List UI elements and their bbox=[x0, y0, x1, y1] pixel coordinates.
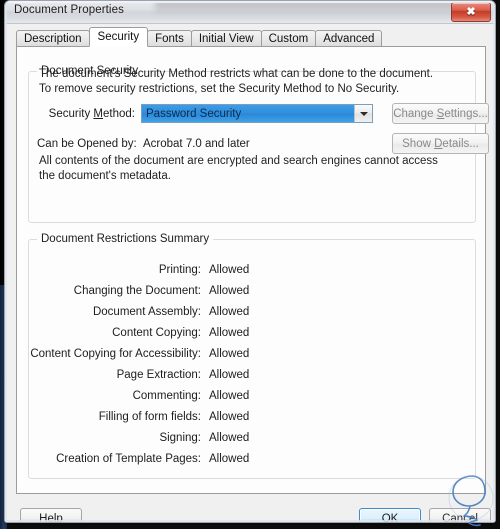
restriction-name: Content Copying for Accessibility: bbox=[30, 347, 201, 360]
table-row: Printing: Allowed bbox=[17, 259, 487, 280]
can-be-opened-by-label: Can be Opened by: bbox=[37, 138, 137, 150]
show-details-button[interactable]: Show Details... bbox=[392, 133, 489, 154]
chevron-down-icon[interactable] bbox=[354, 105, 372, 122]
table-row: Content Copying: Allowed bbox=[17, 322, 487, 343]
can-be-opened-by-value: Acrobat 7.0 and later bbox=[143, 138, 250, 150]
help-label: Help bbox=[39, 513, 63, 523]
ok-button[interactable]: OK bbox=[359, 508, 421, 523]
restriction-name: Content Copying: bbox=[112, 326, 201, 339]
tab-custom[interactable]: Custom bbox=[260, 30, 317, 47]
show-details-label: Show Details... bbox=[402, 137, 479, 150]
security-tab-page: Document Security The document's Securit… bbox=[16, 46, 489, 494]
tab-label: Description bbox=[24, 32, 82, 45]
close-button[interactable]: ✖ bbox=[451, 2, 491, 22]
restriction-name: Printing: bbox=[158, 263, 201, 276]
restriction-value: Allowed bbox=[209, 410, 250, 423]
tab-security[interactable]: Security bbox=[88, 27, 149, 47]
restriction-name: Page Extraction: bbox=[116, 368, 201, 381]
encryption-note-text: All contents of the document are encrypt… bbox=[39, 155, 438, 182]
restrictions-list: Printing: Allowed Changing the Document:… bbox=[17, 259, 487, 469]
dialog-client-area: Description Security Fonts Initial View … bbox=[5, 24, 495, 522]
restriction-value: Allowed bbox=[209, 305, 250, 318]
restriction-value: Allowed bbox=[209, 431, 250, 444]
security-method-label: Security Method: bbox=[48, 108, 135, 120]
tab-label: Initial View bbox=[198, 32, 254, 45]
change-settings-button[interactable]: Change Settings... bbox=[392, 103, 489, 124]
cancel-button[interactable]: Cancel bbox=[429, 508, 491, 523]
ok-label: OK bbox=[381, 513, 399, 523]
tab-advanced[interactable]: Advanced bbox=[315, 30, 383, 47]
tab-label: Advanced bbox=[323, 32, 375, 45]
title-bar-smudge bbox=[155, 1, 455, 15]
window-title: Document Properties bbox=[14, 4, 124, 16]
close-icon: ✖ bbox=[466, 5, 476, 18]
cancel-label: Cancel bbox=[442, 513, 478, 523]
restriction-value: Allowed bbox=[209, 284, 250, 297]
restriction-name: Creation of Template Pages: bbox=[56, 452, 201, 465]
table-row: Commenting: Allowed bbox=[17, 385, 487, 406]
security-description-text: The document's Security Method restricts… bbox=[39, 68, 434, 95]
restriction-value: Allowed bbox=[209, 389, 250, 402]
tab-label: Custom bbox=[268, 32, 309, 45]
restriction-value: Allowed bbox=[209, 452, 250, 465]
dialog-footer: Help OK Cancel bbox=[5, 498, 495, 523]
title-bar: Document Properties ✖ bbox=[5, 1, 495, 24]
tab-label: Security bbox=[97, 31, 140, 43]
table-row: Content Copying for Accessibility: Allow… bbox=[17, 343, 487, 364]
change-settings-label: Change Settings... bbox=[393, 107, 488, 120]
restriction-name: Signing: bbox=[159, 431, 201, 444]
table-row: Document Assembly: Allowed bbox=[17, 301, 487, 322]
restriction-name: Filling of form fields: bbox=[98, 410, 201, 423]
table-row: Changing the Document: Allowed bbox=[17, 280, 487, 301]
restriction-value: Allowed bbox=[209, 347, 250, 360]
tab-label: Fonts bbox=[155, 32, 184, 45]
help-button[interactable]: Help bbox=[20, 508, 82, 523]
security-method-value: Password Security bbox=[142, 105, 354, 122]
document-restrictions-group-label: Document Restrictions Summary bbox=[37, 233, 214, 245]
restriction-name: Changing the Document: bbox=[73, 284, 201, 297]
restriction-value: Allowed bbox=[209, 368, 250, 381]
tab-description[interactable]: Description bbox=[16, 30, 90, 47]
restriction-name: Document Assembly: bbox=[92, 305, 201, 318]
table-row: Page Extraction: Allowed bbox=[17, 364, 487, 385]
table-row: Signing: Allowed bbox=[17, 427, 487, 448]
document-properties-dialog: Document Properties ✖ Description Securi… bbox=[4, 0, 496, 523]
restriction-value: Allowed bbox=[209, 263, 250, 276]
tab-initial-view[interactable]: Initial View bbox=[190, 30, 262, 47]
table-row: Creation of Template Pages: Allowed bbox=[17, 448, 487, 469]
tab-fonts[interactable]: Fonts bbox=[147, 30, 192, 47]
security-method-dropdown[interactable]: Password Security bbox=[141, 104, 373, 123]
restriction-value: Allowed bbox=[209, 326, 250, 339]
caret-glyph bbox=[359, 111, 368, 116]
tab-strip: Description Security Fonts Initial View … bbox=[16, 27, 383, 47]
table-row: Filling of form fields: Allowed bbox=[17, 406, 487, 427]
restriction-name: Commenting: bbox=[132, 389, 201, 402]
